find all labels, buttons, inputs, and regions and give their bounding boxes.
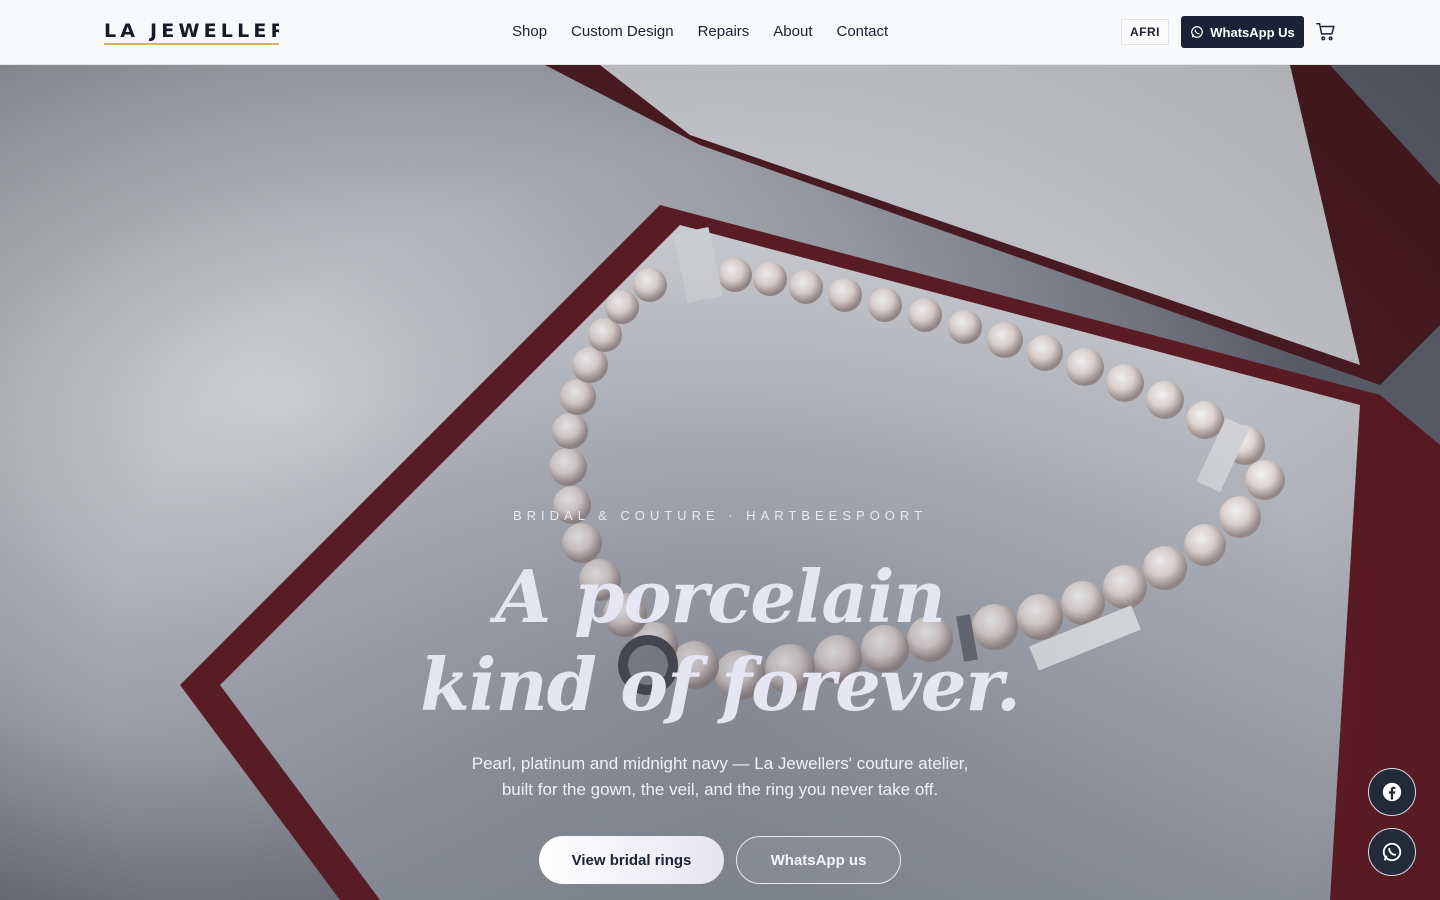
subtext-line-2: built for the gown, the veil, and the ri… [501, 780, 939, 799]
hero-section: BRIDAL & COUTURE · HARTBEESPOORT A porce… [0, 65, 1440, 900]
nav-custom-design[interactable]: Custom Design [571, 21, 674, 43]
facebook-icon [1382, 782, 1402, 802]
view-bridal-rings-button[interactable]: View bridal rings [539, 836, 724, 884]
subtext-line-1: Pearl, platinum and midnight navy — La J… [471, 754, 969, 773]
whatsapp-us-button[interactable]: WhatsApp us [736, 836, 901, 884]
language-toggle[interactable]: AFRI [1121, 19, 1169, 45]
main-nav: Shop Custom Design Repairs About Contact [512, 21, 888, 43]
whatsapp-header-button[interactable]: WhatsApp Us [1181, 16, 1304, 48]
hero-eyebrow: BRIDAL & COUTURE · HARTBEESPOORT [512, 508, 928, 523]
hero-headline: A porcelain kind of forever. [0, 553, 1440, 729]
nav-repairs[interactable]: Repairs [698, 21, 750, 43]
site-header: LA JEWELLERS Shop Custom Design Repairs … [0, 0, 1440, 65]
headline-line-1: A porcelain [495, 554, 946, 639]
nav-contact[interactable]: Contact [836, 21, 888, 43]
headline-line-2: kind of forever. [420, 642, 1021, 727]
hero-subtext: Pearl, platinum and midnight navy — La J… [420, 751, 1020, 803]
whatsapp-icon [1382, 842, 1402, 862]
whatsapp-float-button[interactable] [1368, 828, 1416, 876]
nav-about[interactable]: About [773, 21, 812, 43]
nav-shop[interactable]: Shop [512, 21, 547, 43]
whatsapp-icon [1191, 26, 1204, 38]
whatsapp-header-label: WhatsApp Us [1210, 24, 1295, 40]
facebook-float-button[interactable] [1368, 768, 1416, 816]
logo[interactable]: LA JEWELLERS [104, 19, 279, 45]
cart-icon[interactable] [1315, 21, 1337, 43]
